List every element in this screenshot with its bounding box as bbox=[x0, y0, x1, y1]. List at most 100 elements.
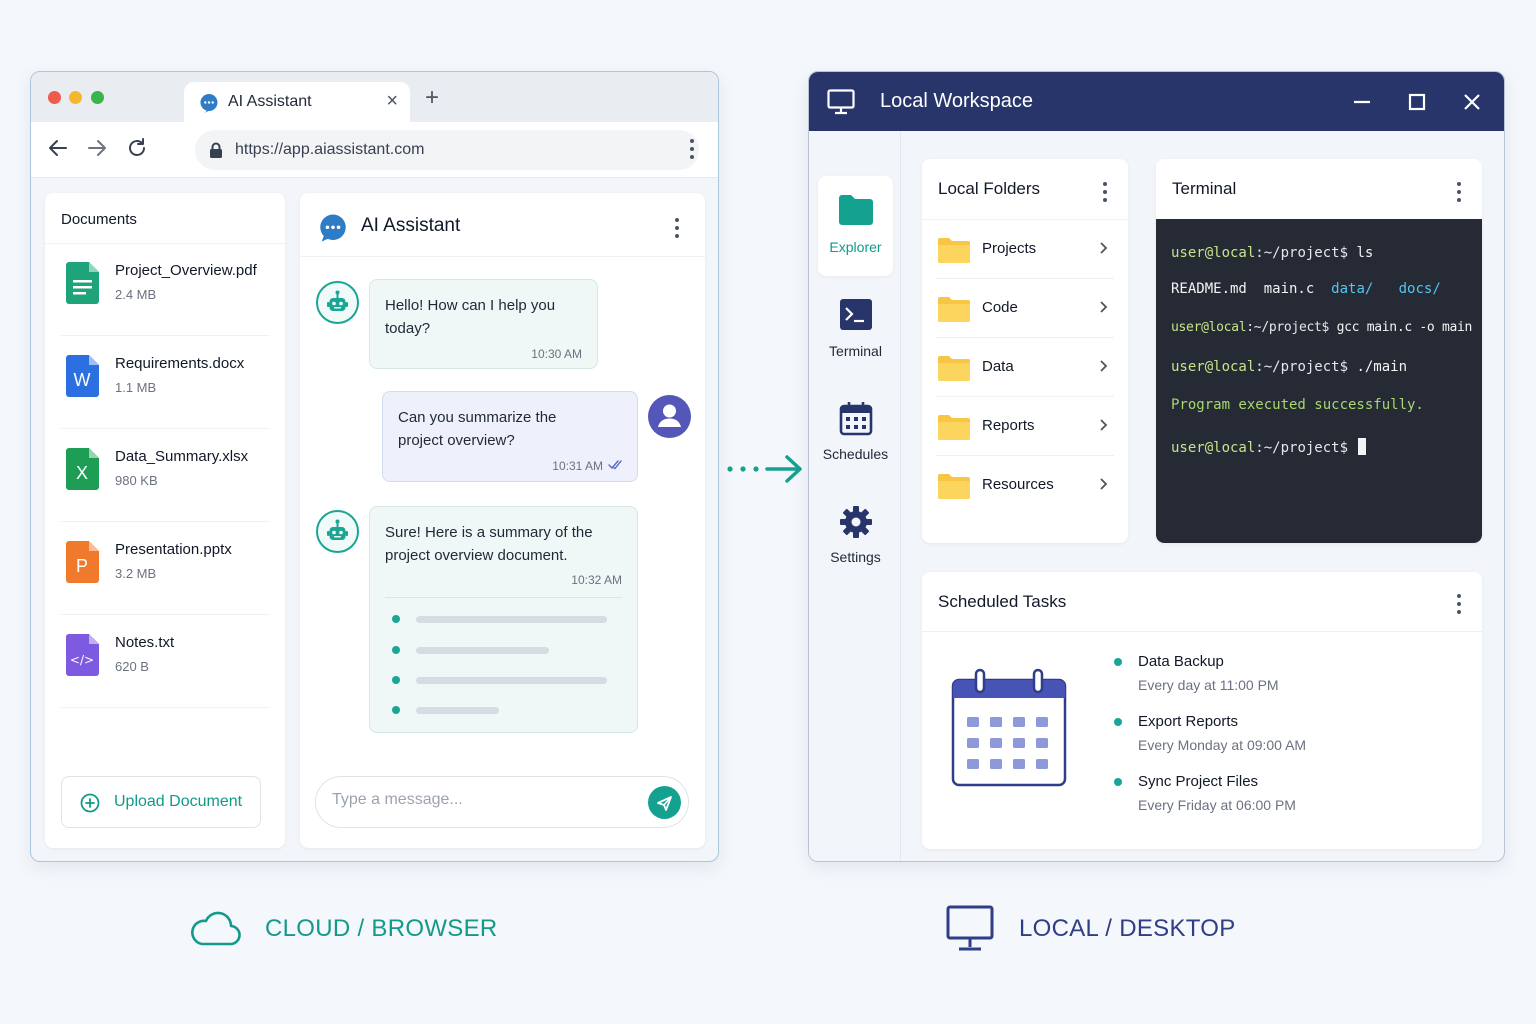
message-time: 10:30 AM bbox=[531, 347, 582, 361]
excel-icon: X bbox=[66, 448, 99, 490]
forward-arrow-icon[interactable] bbox=[86, 137, 108, 164]
new-tab-icon[interactable]: + bbox=[425, 84, 439, 112]
message-input[interactable] bbox=[332, 791, 632, 809]
folder-icon bbox=[938, 297, 970, 322]
close-window-dot[interactable] bbox=[48, 91, 61, 104]
powerpoint-icon: P bbox=[66, 541, 99, 583]
google-doc-icon bbox=[66, 262, 99, 304]
documents-title: Documents bbox=[61, 211, 137, 228]
sidebar-item-label: Settings bbox=[830, 549, 881, 565]
task-status-dot bbox=[1114, 658, 1122, 666]
message-text: Hello! How can I help you today? bbox=[385, 297, 556, 337]
task-schedule: Every Friday at 06:00 PM bbox=[1138, 797, 1296, 813]
terminal-icon bbox=[840, 299, 872, 330]
chat-menu-icon[interactable] bbox=[675, 218, 679, 238]
document-name: Requirements.docx bbox=[115, 355, 245, 372]
terminal-cursor bbox=[1358, 438, 1367, 455]
folder-name: Data bbox=[982, 358, 1014, 375]
task-status-dot bbox=[1114, 778, 1122, 786]
chevron-right-icon bbox=[1100, 301, 1108, 313]
gear-icon bbox=[840, 506, 872, 538]
sidebar-item-explorer[interactable]: Explorer bbox=[818, 176, 893, 276]
send-button[interactable] bbox=[648, 786, 681, 819]
chevron-right-icon bbox=[1100, 360, 1108, 372]
document-size: 1.1 MB bbox=[115, 380, 157, 395]
desktop-window: Local Workspace Explorer Terminal Schedu… bbox=[808, 71, 1505, 862]
sidebar-item-label: Explorer bbox=[829, 239, 882, 255]
terminal-line: user@local:~/project$ ./main bbox=[1171, 359, 1408, 375]
message-input-box[interactable] bbox=[315, 776, 689, 828]
summary-bullet bbox=[392, 646, 400, 654]
folder-item[interactable]: Resources bbox=[936, 456, 1114, 515]
browser-tab[interactable]: AI Assistant × bbox=[184, 82, 410, 123]
upload-document-button[interactable]: Upload Document bbox=[61, 776, 261, 828]
document-item[interactable]: W Requirements.docx 1.1 MB bbox=[61, 336, 269, 429]
tasks-menu-icon[interactable] bbox=[1457, 594, 1461, 614]
document-item[interactable]: P Presentation.pptx 3.2 MB bbox=[61, 522, 269, 615]
folder-icon bbox=[938, 474, 970, 499]
folder-icon bbox=[839, 195, 873, 225]
lock-icon bbox=[209, 142, 223, 163]
cloud-icon bbox=[191, 911, 241, 946]
summary-placeholder-line bbox=[416, 616, 607, 623]
close-icon[interactable] bbox=[1462, 90, 1482, 114]
bot-avatar bbox=[316, 281, 359, 324]
reload-icon[interactable] bbox=[126, 137, 148, 164]
calendar-icon bbox=[839, 402, 873, 436]
documents-panel: Documents Project_Overview.pdf 2.4 MB W … bbox=[45, 193, 285, 848]
address-bar[interactable]: https://app.aiassistant.com bbox=[195, 130, 699, 170]
url-text: https://app.aiassistant.com bbox=[235, 141, 425, 158]
maximize-window-dot[interactable] bbox=[91, 91, 104, 104]
chat-panel: AI Assistant Hello! How can I help you t… bbox=[300, 193, 705, 848]
sidebar-item-terminal[interactable]: Terminal bbox=[818, 280, 893, 380]
bot-avatar bbox=[316, 510, 359, 553]
folder-item[interactable]: Data bbox=[936, 338, 1114, 397]
tab-title: AI Assistant bbox=[228, 93, 312, 110]
browser-tab-bar: AI Assistant × + bbox=[31, 72, 718, 123]
browser-toolbar: https://app.aiassistant.com bbox=[31, 122, 718, 178]
chevron-right-icon bbox=[1100, 478, 1108, 490]
folder-item[interactable]: Projects bbox=[936, 220, 1114, 279]
back-arrow-icon[interactable] bbox=[47, 137, 69, 164]
folder-item[interactable]: Reports bbox=[936, 397, 1114, 456]
terminal-line: README.md main.c data/ docs/ bbox=[1171, 281, 1441, 297]
tab-close-icon[interactable]: × bbox=[386, 90, 398, 113]
sidebar-item-label: Terminal bbox=[829, 343, 882, 359]
folder-name: Code bbox=[982, 299, 1018, 316]
folders-menu-icon[interactable] bbox=[1103, 182, 1107, 202]
document-name: Notes.txt bbox=[115, 634, 175, 651]
upload-document-label: Upload Document bbox=[114, 793, 243, 810]
document-item[interactable]: X Data_Summary.xlsx 980 KB bbox=[61, 429, 269, 522]
folder-icon bbox=[938, 356, 970, 381]
maximize-icon[interactable] bbox=[1407, 90, 1427, 114]
terminal-menu-icon[interactable] bbox=[1457, 182, 1461, 202]
sidebar-item-schedules[interactable]: Schedules bbox=[818, 383, 893, 483]
svg-text:P: P bbox=[76, 556, 88, 576]
plus-circle-icon bbox=[80, 793, 100, 813]
summary-placeholder-line bbox=[416, 707, 499, 714]
folder-name: Reports bbox=[982, 417, 1035, 434]
document-size: 620 B bbox=[115, 659, 149, 674]
sidebar-item-label: Schedules bbox=[822, 446, 889, 462]
browser-menu-icon[interactable] bbox=[690, 139, 694, 159]
local-desktop-caption: LOCAL / DESKTOP bbox=[1019, 915, 1236, 942]
terminal-output[interactable]: user@local:~/project$ ls README.md main.… bbox=[1156, 219, 1482, 543]
summary-placeholder-line bbox=[416, 647, 549, 654]
folder-item[interactable]: Code bbox=[936, 279, 1114, 338]
minimize-icon[interactable] bbox=[1352, 90, 1372, 114]
sidebar-item-settings[interactable]: Settings bbox=[818, 486, 893, 586]
terminal-card: Terminal user@local:~/project$ ls README… bbox=[1156, 159, 1482, 543]
bot-message: Hello! How can I help you today? 10:30 A… bbox=[369, 279, 598, 369]
scheduled-tasks-title: Scheduled Tasks bbox=[938, 592, 1067, 611]
document-item[interactable]: </> Notes.txt 620 B bbox=[61, 615, 269, 708]
task-schedule: Every Monday at 09:00 AM bbox=[1138, 737, 1307, 753]
divider bbox=[922, 631, 1482, 632]
chat-title: AI Assistant bbox=[361, 215, 461, 236]
window-title: Local Workspace bbox=[880, 90, 1034, 112]
document-item[interactable]: Project_Overview.pdf 2.4 MB bbox=[61, 243, 269, 336]
task-status-dot bbox=[1114, 718, 1122, 726]
double-check-icon bbox=[608, 460, 622, 470]
minimize-window-dot[interactable] bbox=[69, 91, 82, 104]
terminal-line: user@local:~/project$ ls bbox=[1171, 245, 1374, 261]
local-folders-card: Local Folders Projects Code Data Reports… bbox=[922, 159, 1128, 543]
